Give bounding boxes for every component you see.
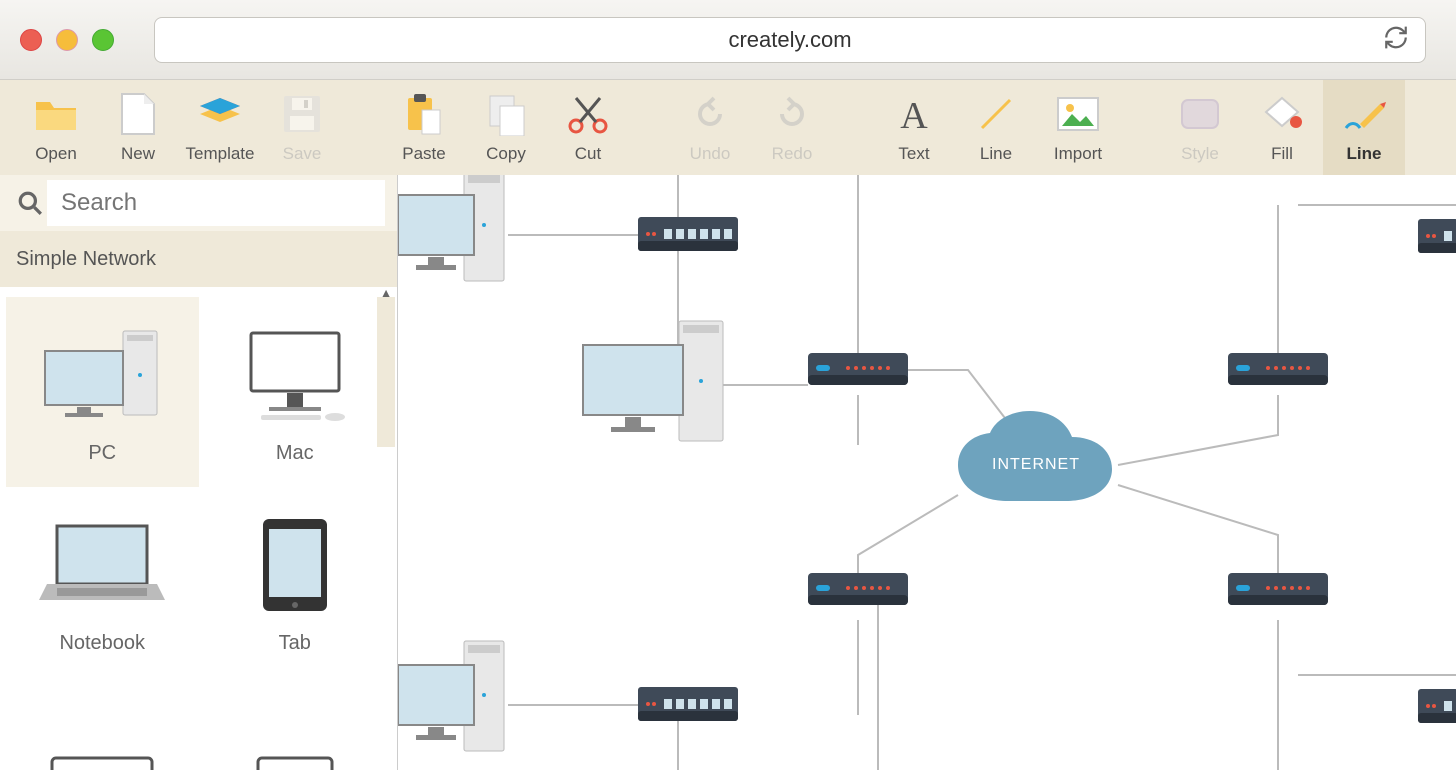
mac-icon — [230, 320, 360, 430]
toolbar: Open New Template Save Paste — [0, 80, 1456, 175]
window-close-button[interactable] — [20, 29, 42, 51]
template-icon — [198, 92, 242, 136]
import-button[interactable]: Import — [1037, 80, 1119, 175]
url-text: creately.com — [728, 27, 851, 53]
save-button[interactable]: Save — [261, 80, 343, 175]
canvas-cloud: INTERNET — [958, 411, 1112, 501]
folder-icon — [34, 92, 78, 136]
pencil-icon — [1342, 92, 1386, 136]
main-area: Simple Network ▲ PC — [0, 175, 1456, 770]
template-button[interactable]: Template — [179, 80, 261, 175]
paste-button[interactable]: Paste — [383, 80, 465, 175]
line-icon — [974, 92, 1018, 136]
browser-chrome: creately.com — [0, 0, 1456, 80]
traffic-lights — [20, 29, 114, 51]
text-tool-button[interactable]: A Text — [873, 80, 955, 175]
notebook-icon — [37, 510, 167, 620]
tab-icon — [230, 510, 360, 620]
save-icon — [280, 92, 324, 136]
redo-icon — [770, 92, 814, 136]
shape-extra-2[interactable] — [199, 677, 392, 770]
new-file-icon — [116, 92, 160, 136]
canvas-router-3 — [808, 573, 908, 605]
shape-pc[interactable]: PC — [6, 297, 199, 487]
window-maximize-button[interactable] — [92, 29, 114, 51]
new-button[interactable]: New — [97, 80, 179, 175]
cut-icon — [566, 92, 610, 136]
copy-button[interactable]: Copy — [465, 80, 547, 175]
canvas-pc-3 — [398, 641, 504, 751]
device-icon — [37, 717, 167, 770]
window-minimize-button[interactable] — [56, 29, 78, 51]
canvas-switch-edge-1 — [1418, 219, 1456, 253]
shape-tab[interactable]: Tab — [199, 487, 392, 677]
shape-mac[interactable]: Mac — [199, 297, 392, 487]
search-row — [0, 175, 397, 231]
style-icon — [1178, 92, 1222, 136]
canvas-pc-2 — [583, 321, 723, 441]
cloud-label: INTERNET — [992, 456, 1080, 473]
canvas-pc-1 — [398, 175, 504, 281]
shapes-sidebar: Simple Network ▲ PC — [0, 175, 398, 770]
canvas-switch-2 — [638, 687, 738, 721]
canvas-switch-1 — [638, 217, 738, 251]
canvas-router-1 — [808, 353, 908, 385]
search-icon[interactable] — [12, 190, 47, 216]
category-header[interactable]: Simple Network — [0, 231, 397, 287]
style-button[interactable]: Style — [1159, 80, 1241, 175]
import-icon — [1056, 92, 1100, 136]
text-icon: A — [892, 92, 936, 136]
line-tool-button[interactable]: Line — [955, 80, 1037, 175]
canvas-switch-edge-2 — [1418, 689, 1456, 723]
redo-button[interactable]: Redo — [751, 80, 833, 175]
open-button[interactable]: Open — [15, 80, 97, 175]
refresh-icon[interactable] — [1383, 24, 1409, 55]
shape-extra-1[interactable] — [6, 677, 199, 770]
copy-icon — [484, 92, 528, 136]
canvas-router-2 — [1228, 353, 1328, 385]
shape-notebook[interactable]: Notebook — [6, 487, 199, 677]
undo-icon — [688, 92, 732, 136]
fill-icon — [1260, 92, 1304, 136]
paste-icon — [402, 92, 446, 136]
canvas-router-4 — [1228, 573, 1328, 605]
scrollbar-thumb[interactable] — [377, 297, 395, 447]
url-bar[interactable]: creately.com — [154, 17, 1426, 63]
svg-text:A: A — [900, 95, 928, 134]
search-input[interactable] — [47, 180, 385, 226]
line-style-button[interactable]: Line — [1323, 80, 1405, 175]
fill-button[interactable]: Fill — [1241, 80, 1323, 175]
undo-button[interactable]: Undo — [669, 80, 751, 175]
diagram-canvas[interactable]: INTERNET — [398, 175, 1456, 770]
device-icon — [230, 717, 360, 770]
cut-button[interactable]: Cut — [547, 80, 629, 175]
shape-palette: ▲ PC — [0, 287, 397, 770]
pc-icon — [37, 320, 167, 430]
